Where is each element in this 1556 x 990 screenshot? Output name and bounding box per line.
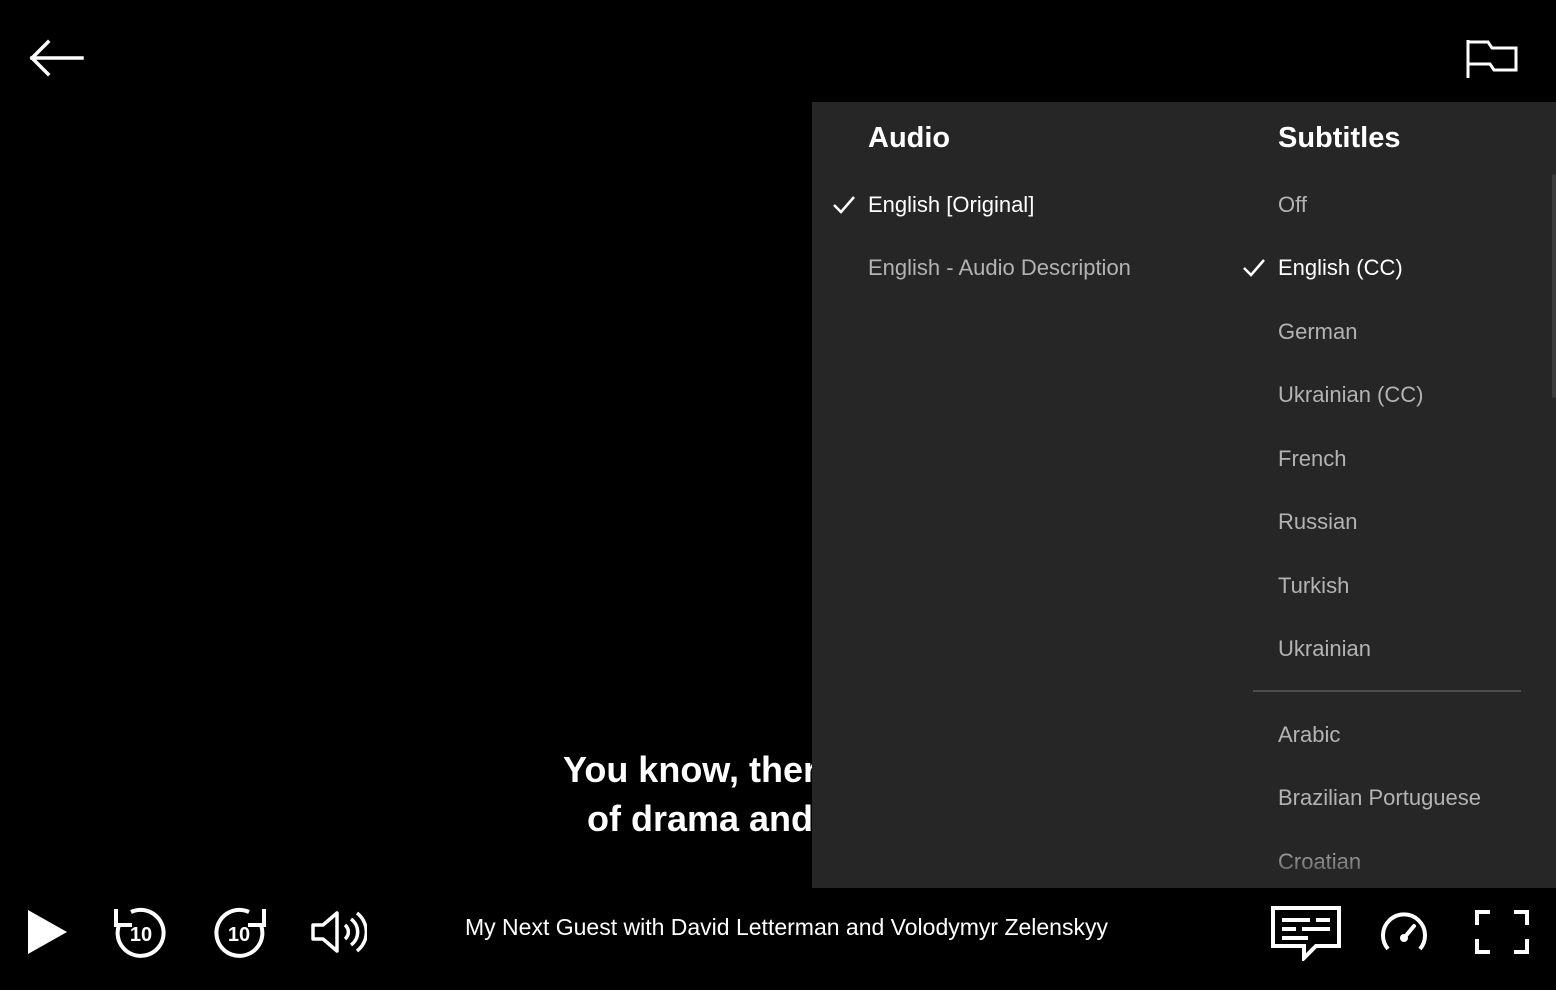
check-icon bbox=[1243, 259, 1265, 277]
subtitle-option-label: German bbox=[1278, 319, 1358, 344]
play-button[interactable] bbox=[18, 902, 74, 962]
flag-icon bbox=[1466, 40, 1518, 78]
subtitle-option[interactable]: Turkish bbox=[1278, 566, 1349, 606]
subtitle-option[interactable]: Ukrainian bbox=[1278, 629, 1371, 669]
subtitle-option[interactable]: German bbox=[1278, 312, 1357, 352]
fullscreen-button[interactable] bbox=[1472, 904, 1532, 960]
subtitle-option-label: Off bbox=[1278, 192, 1307, 217]
subtitle-option[interactable]: Brazilian Portuguese bbox=[1278, 778, 1481, 818]
subtitle-option[interactable]: Ukrainian (CC) bbox=[1278, 375, 1423, 415]
subtitle-option-label: Croatian bbox=[1278, 849, 1362, 874]
audio-subtitles-button[interactable] bbox=[1268, 904, 1344, 962]
playback-speed-button[interactable] bbox=[1376, 904, 1432, 960]
panel-fade bbox=[812, 846, 1556, 888]
subtitle-divider bbox=[1253, 690, 1521, 692]
back-button[interactable] bbox=[22, 34, 86, 82]
subtitle-option[interactable]: Russian bbox=[1278, 502, 1357, 542]
subtitle-option[interactable]: Off bbox=[1278, 185, 1307, 225]
playback-speed-icon bbox=[1381, 912, 1427, 951]
subtitle-option-label: Ukrainian bbox=[1278, 636, 1371, 661]
rewind-10-button[interactable]: 10 bbox=[110, 902, 170, 962]
audio-option[interactable]: English [Original] bbox=[833, 185, 1035, 225]
forward-seconds: 10 bbox=[228, 924, 250, 946]
subtitle-option[interactable]: Arabic bbox=[1278, 715, 1340, 755]
audio-option[interactable]: English - Audio Description bbox=[868, 248, 1131, 288]
arrow-left-icon bbox=[29, 39, 84, 77]
rewind-seconds: 10 bbox=[130, 924, 152, 946]
audio-option-label: English [Original] bbox=[868, 192, 1035, 217]
subtitles-scrollbar[interactable] bbox=[1552, 174, 1556, 398]
report-problem-button[interactable] bbox=[1458, 34, 1522, 82]
play-icon bbox=[28, 910, 67, 954]
rewind-10-icon: 10 bbox=[114, 907, 166, 958]
subtitle-option[interactable]: French bbox=[1278, 439, 1346, 479]
episode-title: My Next Guest with David Letterman and V… bbox=[465, 914, 1108, 940]
forward-10-icon: 10 bbox=[214, 907, 266, 958]
subtitle-option[interactable]: Croatian bbox=[1278, 842, 1361, 882]
check-icon bbox=[833, 196, 855, 214]
volume-button[interactable] bbox=[308, 904, 368, 960]
subtitle-option-label: Brazilian Portuguese bbox=[1278, 785, 1482, 810]
subtitle-option-label: Russian bbox=[1278, 509, 1358, 534]
subtitle-option-label: English (CC) bbox=[1278, 255, 1403, 280]
subtitles-heading: Subtitles bbox=[1278, 122, 1401, 154]
audio-subtitles-panel: Audio Subtitles English [Original] Engli… bbox=[812, 102, 1556, 888]
audio-heading: Audio bbox=[868, 122, 951, 154]
forward-10-button[interactable]: 10 bbox=[210, 902, 270, 962]
fullscreen-icon bbox=[1475, 910, 1529, 954]
subtitle-option-label: French bbox=[1278, 446, 1347, 471]
subtitle-option[interactable]: English (CC) bbox=[1243, 248, 1403, 288]
volume-icon bbox=[311, 911, 367, 953]
subtitle-option-label: Arabic bbox=[1278, 722, 1341, 747]
subtitle-option-label: Ukrainian (CC) bbox=[1278, 382, 1424, 407]
video-player[interactable]: You know, there of drama and Audio Subti… bbox=[0, 0, 1556, 990]
audio-option-label: English - Audio Description bbox=[868, 255, 1131, 280]
subtitle-option-label: Turkish bbox=[1278, 573, 1350, 598]
subtitles-icon bbox=[1271, 906, 1341, 961]
